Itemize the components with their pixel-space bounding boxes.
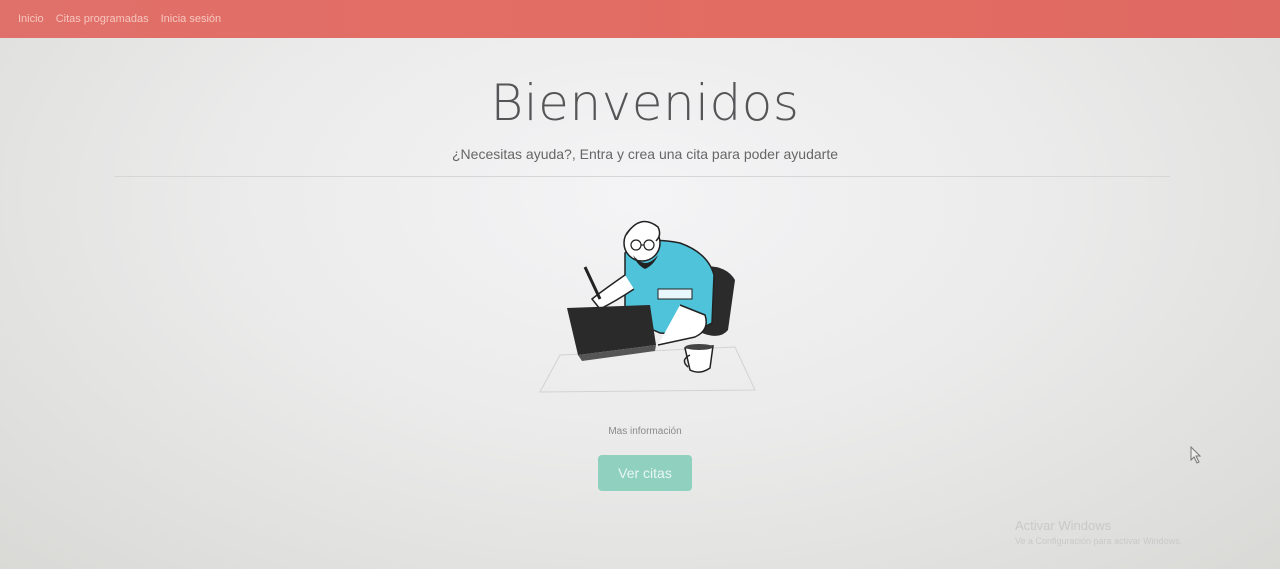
top-navbar: Inicio Citas programadas Inicia sesión [0,0,1280,38]
page-subtitle: ¿Necesitas ayuda?, Entra y crea una cita… [452,146,838,162]
windows-activation-watermark: Activar Windows Ve a Configuración para … [1015,518,1182,546]
more-info-link[interactable]: Mas información [0,426,1280,437]
nav-link-citas-programadas[interactable]: Citas programadas [50,13,155,25]
page-title: Bienvenidos [490,74,800,132]
watermark-title: Activar Windows [1015,518,1112,533]
person-at-computer-illustration [539,220,756,393]
watermark-subtitle: Ve a Configuración para activar Windows. [1015,536,1183,546]
nav-link-inicio[interactable]: Inicio [0,13,50,25]
view-appointments-button[interactable]: Ver citas [598,455,692,491]
divider [115,176,1170,177]
nav-link-inicia-sesion[interactable]: Inicia sesión [155,13,228,25]
mouse-cursor-icon [1190,446,1202,464]
